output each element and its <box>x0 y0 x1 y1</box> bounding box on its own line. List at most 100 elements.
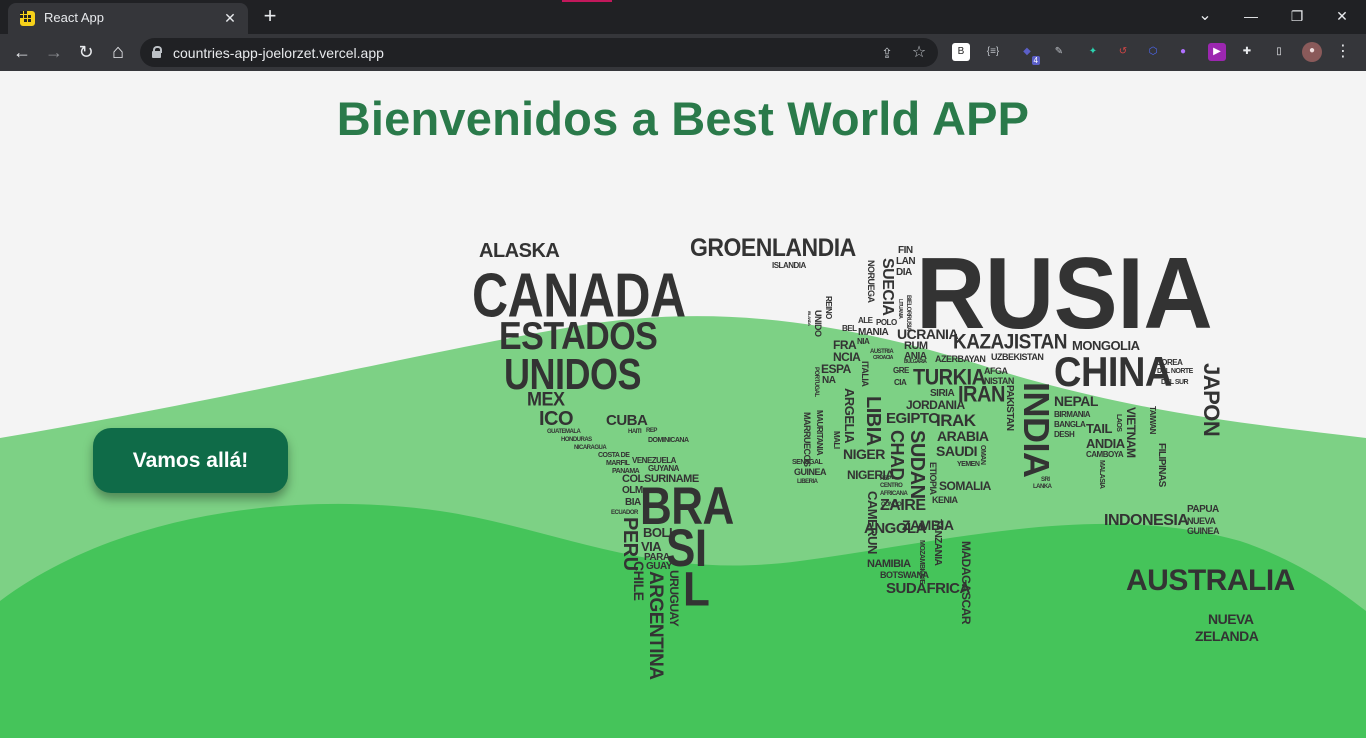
maximize-button[interactable]: ❐ <box>1277 4 1317 28</box>
browser-toolbar: ← → ↻ ⌂ countries-app-joelorzet.vercel.a… <box>0 34 1366 71</box>
map-word-ico: ICO <box>539 408 574 430</box>
map-word-zaire: ZAIRE <box>880 497 926 514</box>
map-word-laos: LAOS <box>1115 414 1122 432</box>
video-extension-icon[interactable]: ▶ <box>1208 43 1226 61</box>
map-word-mex: MEX <box>527 387 565 410</box>
map-word-rep: REP <box>880 476 891 482</box>
map-word-chile: CHILE <box>631 561 647 601</box>
map-word-oman: OMAN <box>979 445 986 465</box>
map-word-sudafrica: SUDAFRICA <box>886 580 970 597</box>
map-word-vietnam: VIETNAM <box>1124 407 1138 458</box>
cube-extension-icon[interactable]: ◆ 4 <box>1018 43 1040 65</box>
map-word-nepal: NEPAL <box>1054 393 1098 409</box>
map-word-yemen: YEMEN <box>957 461 980 468</box>
map-word-japon: JAPON <box>1199 363 1224 437</box>
forward-button[interactable]: → <box>41 39 67 65</box>
map-word-lan: LAN <box>896 256 916 267</box>
map-word-bangla: BANGLA <box>1054 420 1086 429</box>
map-word-libia: LIBIA <box>862 396 884 446</box>
map-word-islandia: ISLANDIA <box>772 261 806 270</box>
tab-search-button[interactable]: ⌄ <box>1185 4 1225 28</box>
hex-extension-icon[interactable]: ⬡ <box>1144 43 1162 61</box>
map-word-desh: DESH <box>1054 430 1075 439</box>
map-word-pakistan: PAKISTAN <box>1004 385 1015 431</box>
home-button[interactable]: ⌂ <box>105 39 131 65</box>
map-word-marfil: MARFIL <box>606 460 630 467</box>
tab-title: React App <box>44 10 104 25</box>
map-word-nicaragua: NICARAGUA <box>574 445 607 451</box>
share-icon[interactable]: ⇪ <box>877 43 897 63</box>
map-word-boli: BOLI <box>643 525 673 540</box>
pen-extension-icon[interactable]: ✎ <box>1050 43 1068 61</box>
url-text[interactable]: countries-app-joelorzet.vercel.app <box>173 45 384 61</box>
profile-avatar-icon[interactable]: ● <box>1302 42 1322 62</box>
map-word-na: NA <box>822 375 836 386</box>
map-word-tanzania: TANZANIA <box>932 519 943 566</box>
b-extension-icon[interactable]: B <box>952 43 970 61</box>
map-word-lanka: LANKA <box>1033 484 1052 490</box>
new-tab-button[interactable]: + <box>258 5 282 29</box>
map-word-honduras: HONDURAS <box>561 437 592 443</box>
minimize-button[interactable]: — <box>1231 4 1271 28</box>
map-word-kenia: KENIA <box>932 495 958 505</box>
map-word-india: INDIA <box>1016 382 1057 478</box>
map-word-iran: IRAN <box>958 382 1005 408</box>
map-word-bulgaria: BULGARIA <box>904 359 927 365</box>
map-word-australia: AUSTRALIA <box>1126 564 1295 597</box>
map-word-china: CHINA <box>1054 349 1172 396</box>
tab-close-icon[interactable]: ✕ <box>220 8 240 28</box>
map-word-uzbekistan: UZBEKISTAN <box>991 352 1044 362</box>
map-word-mauritania: MAURITANIA <box>815 410 824 456</box>
close-window-button[interactable]: ✕ <box>1322 4 1362 28</box>
map-word-espa: ESPA <box>821 362 851 376</box>
map-word-costa-de: COSTA DE <box>598 452 630 459</box>
map-word-rep: REP <box>646 428 657 434</box>
vamos-alla-button[interactable]: Vamos allá! <box>93 428 288 493</box>
map-word-italia: ITALIA <box>860 361 870 387</box>
map-word-indonesia: INDONESIA <box>1104 512 1189 529</box>
map-word-bia: BIA <box>625 497 641 508</box>
map-word-senegal: SENEGAL <box>792 459 823 466</box>
map-word-kazajistan: KAZAJISTAN <box>953 330 1067 354</box>
map-word-camboya: CAMBOYA <box>1086 450 1124 459</box>
map-word-etiopia: ETIOPIA <box>928 462 938 495</box>
address-bar[interactable]: countries-app-joelorzet.vercel.app ⇪ ☆ <box>140 38 938 67</box>
map-word-filipinas: FILIPINAS <box>1156 443 1167 487</box>
puzzle-extension-icon[interactable]: ✚ <box>1238 43 1256 61</box>
map-word-papua: PAPUA <box>1187 504 1219 515</box>
map-word-zambia: ZAMBIA <box>902 517 954 533</box>
map-word-chad: CHAD <box>887 430 907 480</box>
menu-kebab-icon[interactable]: ⋮ <box>1334 43 1352 61</box>
lock-icon[interactable] <box>152 46 162 58</box>
map-word-birmania: BIRMANIA <box>1054 410 1091 419</box>
active-tab[interactable]: React App ✕ <box>8 3 248 34</box>
map-word-liberia: LIBERIA <box>797 479 818 485</box>
bookmark-star-icon[interactable]: ☆ <box>909 43 929 63</box>
map-word-croacia: CROACIA <box>873 355 893 361</box>
map-word-azerbayan: AZERBAYAN <box>935 354 986 364</box>
map-word-bielorrusia: BIELORRUSIA <box>905 295 911 331</box>
back-button[interactable]: ← <box>9 39 35 65</box>
reload-button[interactable]: ↻ <box>73 39 99 65</box>
tab-indicator-strip <box>562 0 612 2</box>
map-word-andia: ANDIA <box>1086 436 1125 451</box>
map-word-namibia: NAMIBIA <box>867 558 911 570</box>
brackets-extension-icon[interactable]: {≡} <box>984 43 1002 61</box>
map-word-afga: AFGA <box>984 366 1008 376</box>
map-word-bel: BEL <box>842 324 857 333</box>
map-word-irlanda: IRLANDA <box>807 311 812 326</box>
map-word-reino: REINO <box>824 296 833 319</box>
refresh-extension-icon[interactable]: ↺ <box>1114 43 1132 61</box>
map-word-malasia: MALASIA <box>1098 460 1105 489</box>
figure-extension-icon[interactable]: ✦ <box>1084 43 1102 61</box>
map-word-del-norte: DEL NORTE <box>1157 368 1193 375</box>
map-word-fin: FIN <box>898 245 913 256</box>
gradient-extension-icon[interactable]: ● <box>1174 43 1192 61</box>
map-word-niger: NIGER <box>843 446 885 462</box>
map-word-portugal: PORTUGAL <box>813 367 819 397</box>
sidepanel-extension-icon[interactable]: ▯ <box>1270 43 1288 61</box>
map-word-rusia: RUSIA <box>916 237 1213 351</box>
map-word-nueva: NUEVA <box>1187 516 1216 526</box>
map-word-argelia: ARGELIA <box>842 388 857 443</box>
map-word-madagascar: MADAGASCAR <box>959 541 973 624</box>
